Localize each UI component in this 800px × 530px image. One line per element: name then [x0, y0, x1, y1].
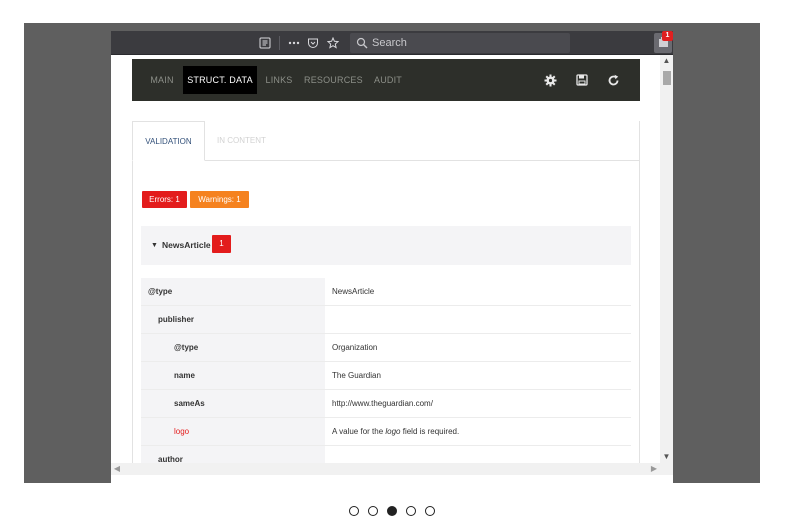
- table-row-error: logo A value for the logo field is requi…: [141, 418, 631, 446]
- extension-badge: 1: [662, 31, 673, 41]
- property-value: The Guardian: [332, 371, 381, 380]
- error-message: A value for the logo field is required.: [332, 418, 459, 445]
- property-key: name: [141, 362, 325, 389]
- errors-badge[interactable]: Errors: 1: [142, 191, 187, 208]
- tab-in-content[interactable]: IN CONTENT: [205, 121, 278, 161]
- property-value: NewsArticle: [332, 287, 375, 296]
- section-header-newsarticle[interactable]: ▼ NewsArticle 1: [141, 226, 631, 265]
- carousel-dot-2[interactable]: [368, 506, 378, 516]
- property-value: Organization: [332, 343, 378, 352]
- table-row: @type NewsArticle: [141, 278, 631, 306]
- table-row: author: [141, 446, 631, 463]
- property-key: author: [141, 446, 325, 463]
- scroll-down-icon[interactable]: ▼: [660, 451, 673, 463]
- section-title: NewsArticle: [162, 240, 211, 250]
- search-box[interactable]: Search: [350, 33, 570, 53]
- gear-icon[interactable]: [543, 73, 557, 87]
- scroll-right-icon[interactable]: ▶: [648, 463, 660, 475]
- browser-toolbar: Search 1: [111, 31, 673, 55]
- property-key: sameAs: [141, 390, 325, 417]
- search-placeholder: Search: [372, 37, 407, 49]
- table-row: @type Organization: [141, 334, 631, 362]
- main-tab-bar: MAIN STRUCT. DATA LINKS RESOURCES AUDIT: [132, 59, 640, 101]
- error-message-field: logo: [385, 427, 401, 436]
- vertical-scrollbar[interactable]: ▲ ▼: [660, 55, 673, 463]
- tab-main[interactable]: MAIN: [142, 66, 182, 94]
- warnings-badge[interactable]: Warnings: 1: [190, 191, 249, 208]
- tab-struct-data[interactable]: STRUCT. DATA: [183, 66, 257, 94]
- extension-popup: MAIN STRUCT. DATA LINKS RESOURCES AUDIT: [111, 55, 660, 463]
- carousel-dot-1[interactable]: [349, 506, 359, 516]
- save-icon[interactable]: [575, 73, 589, 87]
- horizontal-scrollbar[interactable]: ◀ ▶: [111, 463, 660, 475]
- carousel-dot-5[interactable]: [425, 506, 435, 516]
- carousel-dot-3[interactable]: [387, 506, 397, 516]
- scrollbar-thumb[interactable]: [663, 71, 671, 85]
- error-message-suffix: field is required.: [400, 427, 460, 436]
- property-value[interactable]: http://www.theguardian.com/: [332, 390, 433, 417]
- tab-validation[interactable]: VALIDATION: [132, 121, 205, 161]
- browser-window: Search 1 MAIN STRUCT. DATA LINKS RESOURC…: [111, 31, 673, 483]
- tab-audit[interactable]: AUDIT: [370, 66, 406, 94]
- pocket-icon[interactable]: [305, 35, 321, 51]
- more-actions-icon[interactable]: [286, 35, 302, 51]
- scroll-up-icon[interactable]: ▲: [660, 55, 673, 67]
- table-row: name The Guardian: [141, 362, 631, 390]
- tab-resources[interactable]: RESOURCES: [304, 66, 363, 94]
- property-key-error: logo: [141, 418, 325, 445]
- toolbar-separator: [279, 36, 280, 50]
- property-key: @type: [141, 334, 325, 361]
- search-icon: [356, 36, 368, 54]
- property-key: publisher: [141, 306, 325, 333]
- carousel-dot-4[interactable]: [406, 506, 416, 516]
- screenshot-stage: Search 1 MAIN STRUCT. DATA LINKS RESOURC…: [24, 23, 760, 483]
- scrollbar-corner: [660, 463, 673, 475]
- table-row: publisher: [141, 306, 631, 334]
- property-key: @type: [141, 278, 325, 305]
- subtab-bar: VALIDATION IN CONTENT: [132, 121, 640, 161]
- bookmark-star-icon[interactable]: [325, 35, 341, 51]
- refresh-icon[interactable]: [606, 73, 620, 87]
- section-error-count: 1: [212, 235, 231, 253]
- scroll-left-icon[interactable]: ◀: [111, 463, 123, 475]
- error-message-prefix: A value for the: [332, 427, 386, 436]
- table-row: sameAs http://www.theguardian.com/: [141, 390, 631, 418]
- reader-view-icon[interactable]: [257, 35, 273, 51]
- tab-links[interactable]: LINKS: [259, 66, 299, 94]
- caret-down-icon[interactable]: ▼: [151, 242, 158, 249]
